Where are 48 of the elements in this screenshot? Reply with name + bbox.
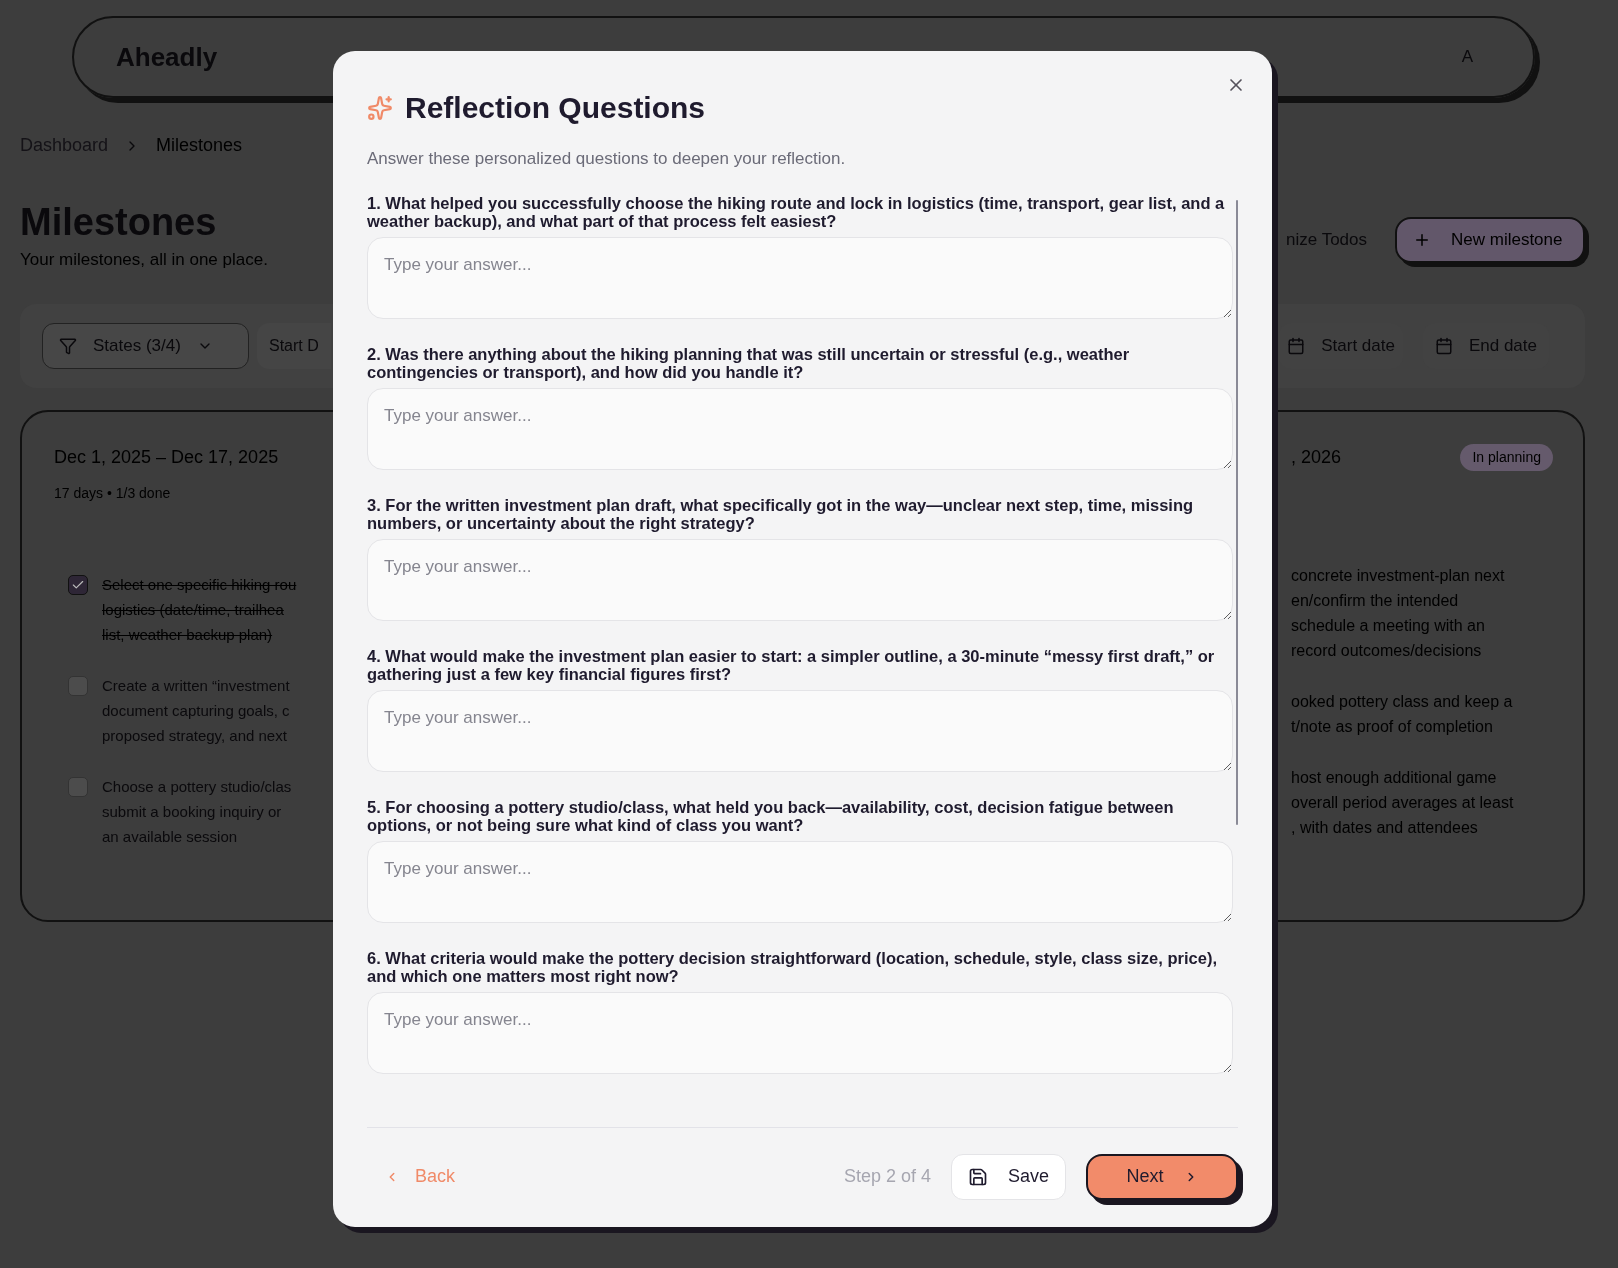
question-text: 2. Was there anything about the hiking planning that was still uncertain or stressful (e.g., weather contingencies or transport), and how did you handle it? [367,344,1131,381]
task-text: t/note as proof of completion [1291,717,1494,737]
question-text: 1. What helped you successfully choose the hiking route and lock in logistics (time, transport, gear list, and a weather backup), and what part of that process felt easiest? [367,193,1226,230]
save-button[interactable]: Save [950,1153,1066,1200]
states-filter-button[interactable]: States (3/4) [42,323,249,369]
answer-box[interactable]: Type your answer... [367,840,1233,923]
card-meta: 17 days • 1/3 done [54,484,172,503]
page-subtitle: Your milestones, all in one place. [20,248,268,271]
calendar-icon [1287,337,1306,355]
task-text: en/confirm the intended [1291,591,1460,611]
task-checkbox[interactable] [68,575,88,595]
dialog-title: Reflection Questions [405,90,706,126]
status-badge: In planning [1460,444,1553,471]
answer-box[interactable]: Type your answer... [367,538,1233,621]
task-text: concrete investment-plan next [1291,566,1506,586]
calendar-icon [1434,337,1453,355]
task-text: Select one specific hiking rou [102,575,297,595]
task-text: , with dates and attendees [1291,818,1479,838]
plus-icon [1413,231,1431,249]
task-checkbox[interactable] [68,777,88,797]
check-icon [71,578,85,592]
answer-box[interactable]: Type your answer... [367,991,1233,1074]
filter-icon [59,337,77,355]
task-checkbox[interactable] [68,676,88,696]
answer-box[interactable]: Type your answer... [367,236,1233,319]
task-text: host enough additional game [1291,768,1498,788]
task-text: list, weather backup plan) [102,625,274,645]
dialog-description: Answer these personalized questions to deepen your reflection. [367,148,847,170]
task-text: logistics (date/time, trailhea [102,600,285,620]
answer-box[interactable]: Type your answer... [367,387,1233,470]
save-icon [967,1166,988,1187]
date-range: Dec 1, 2025 – Dec 17, 2025 [54,446,280,469]
scrollbar-thumb[interactable] [1236,199,1238,825]
question-text: 4. What would make the investment plan easier to start: a simpler outline, a 30-minute “messy first draft,” or gathering just a few key financial figures first? [367,646,1216,683]
task-text: ooked pottery class and keep a [1291,692,1514,712]
question-text: 3. For the written investment plan draft, what specifically got in the way—unclear next step, time, missing numbers, or uncertainty about the right strategy? [367,495,1195,532]
step-indicator: Step 2 of 4 [843,1165,931,1188]
task-text: record outcomes/decisions [1291,641,1483,661]
task-text: overall period averages at least [1291,793,1515,813]
question-text: 5. For choosing a pottery studio/class, what held you back—availability, cost, decision fatigue between options, or not being sure what kind of class you want? [367,797,1175,834]
question-text: 6. What criteria would make the pottery decision straightforward (location, schedule, style, class size, price), and which one matters most right now? [367,948,1218,985]
sparkles-icon [367,94,393,121]
answer-box[interactable]: Type your answer... [367,689,1233,772]
date-range: , 2026 [1291,446,1342,469]
breadcrumb-item: Milestones [156,134,243,157]
start-date-filter-button[interactable]: Start D [257,323,331,369]
task-text: schedule a meeting with an [1291,616,1486,636]
back-button[interactable]: Back [377,1155,464,1198]
